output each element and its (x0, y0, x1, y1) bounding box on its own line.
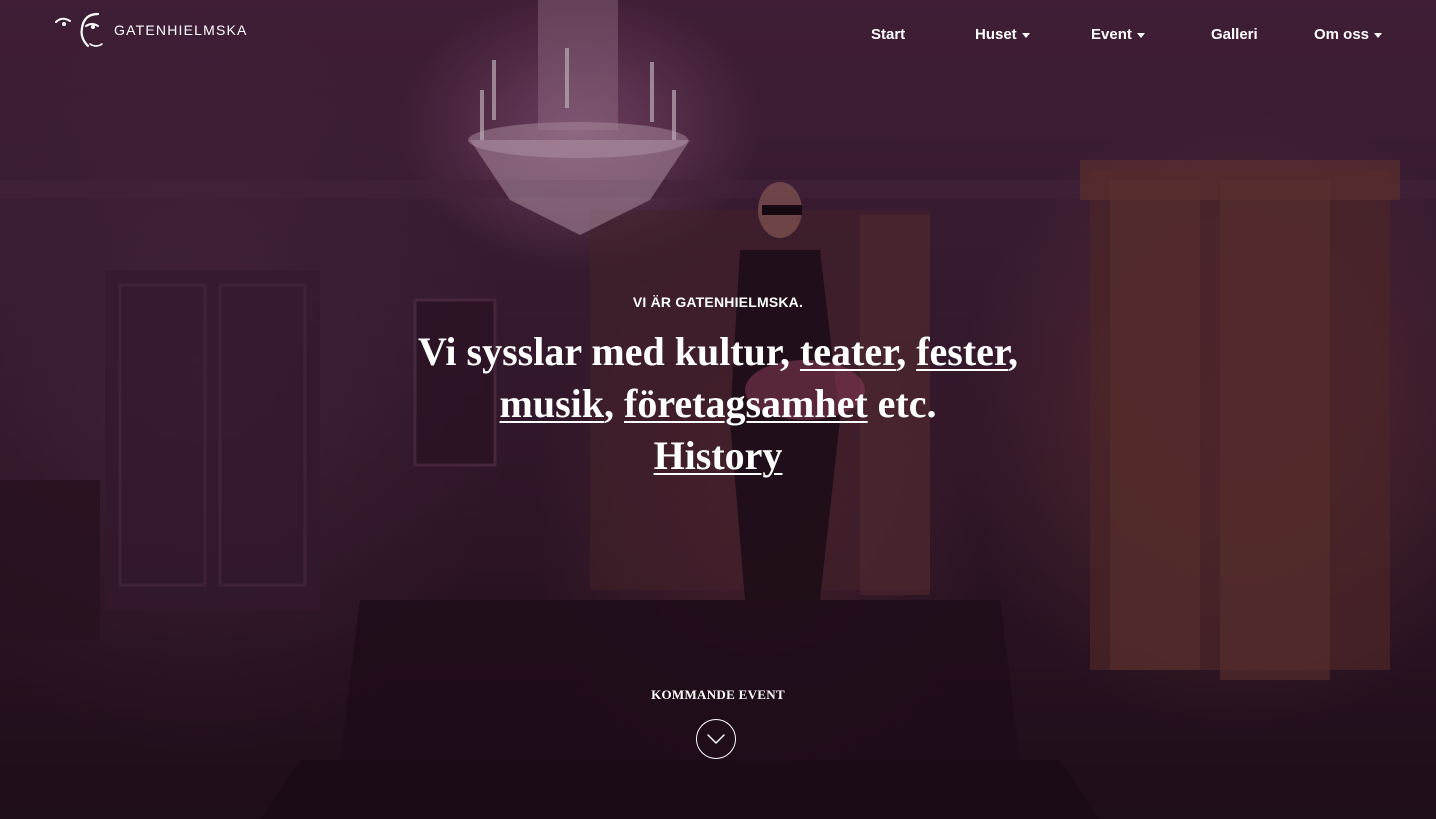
nav-item-label: Start (871, 25, 906, 43)
hero-section: GATENHIELMSKA Start Huset Event Galleri … (0, 0, 1436, 819)
headline-separator: , (604, 381, 615, 426)
headline-suffix: etc. (877, 381, 937, 426)
nav-item-label: Huset (975, 25, 1017, 43)
headline-separator: , (1007, 329, 1018, 374)
link-teater[interactable]: teater (800, 329, 896, 374)
nav-item-label: Event (1091, 25, 1132, 43)
nav-item-event[interactable]: Event (1091, 23, 1145, 45)
caret-down-icon (1374, 32, 1383, 38)
nav-item-om-oss[interactable]: Om oss (1314, 23, 1383, 45)
hero-headline: Vi sysslar med kultur, teater, fester, m… (418, 326, 1018, 482)
link-fester[interactable]: fester (916, 329, 1008, 374)
link-history[interactable]: History (654, 433, 783, 478)
link-musik[interactable]: musik (500, 381, 605, 426)
link-foretagsamhet[interactable]: företagsamhet (624, 381, 868, 426)
caret-down-icon (1021, 32, 1030, 38)
caret-down-icon (1136, 32, 1145, 38)
headline-intro: Vi sysslar med kultur, (418, 329, 790, 374)
upcoming-events-label: KOMMANDE EVENT (651, 687, 785, 702)
main-nav: Start Huset Event Galleri Om oss (0, 23, 1436, 45)
nav-item-label: Galleri (1211, 25, 1258, 43)
chevron-down-icon (707, 734, 725, 744)
hero-eyebrow: VI ÄR GATENHIELMSKA. (632, 294, 804, 310)
nav-item-start[interactable]: Start (871, 23, 905, 45)
headline-separator: , (896, 329, 907, 374)
nav-item-label: Om oss (1314, 25, 1370, 43)
nav-item-huset[interactable]: Huset (975, 23, 1030, 45)
scroll-down-button[interactable] (696, 719, 736, 759)
nav-item-galleri[interactable]: Galleri (1211, 23, 1258, 45)
